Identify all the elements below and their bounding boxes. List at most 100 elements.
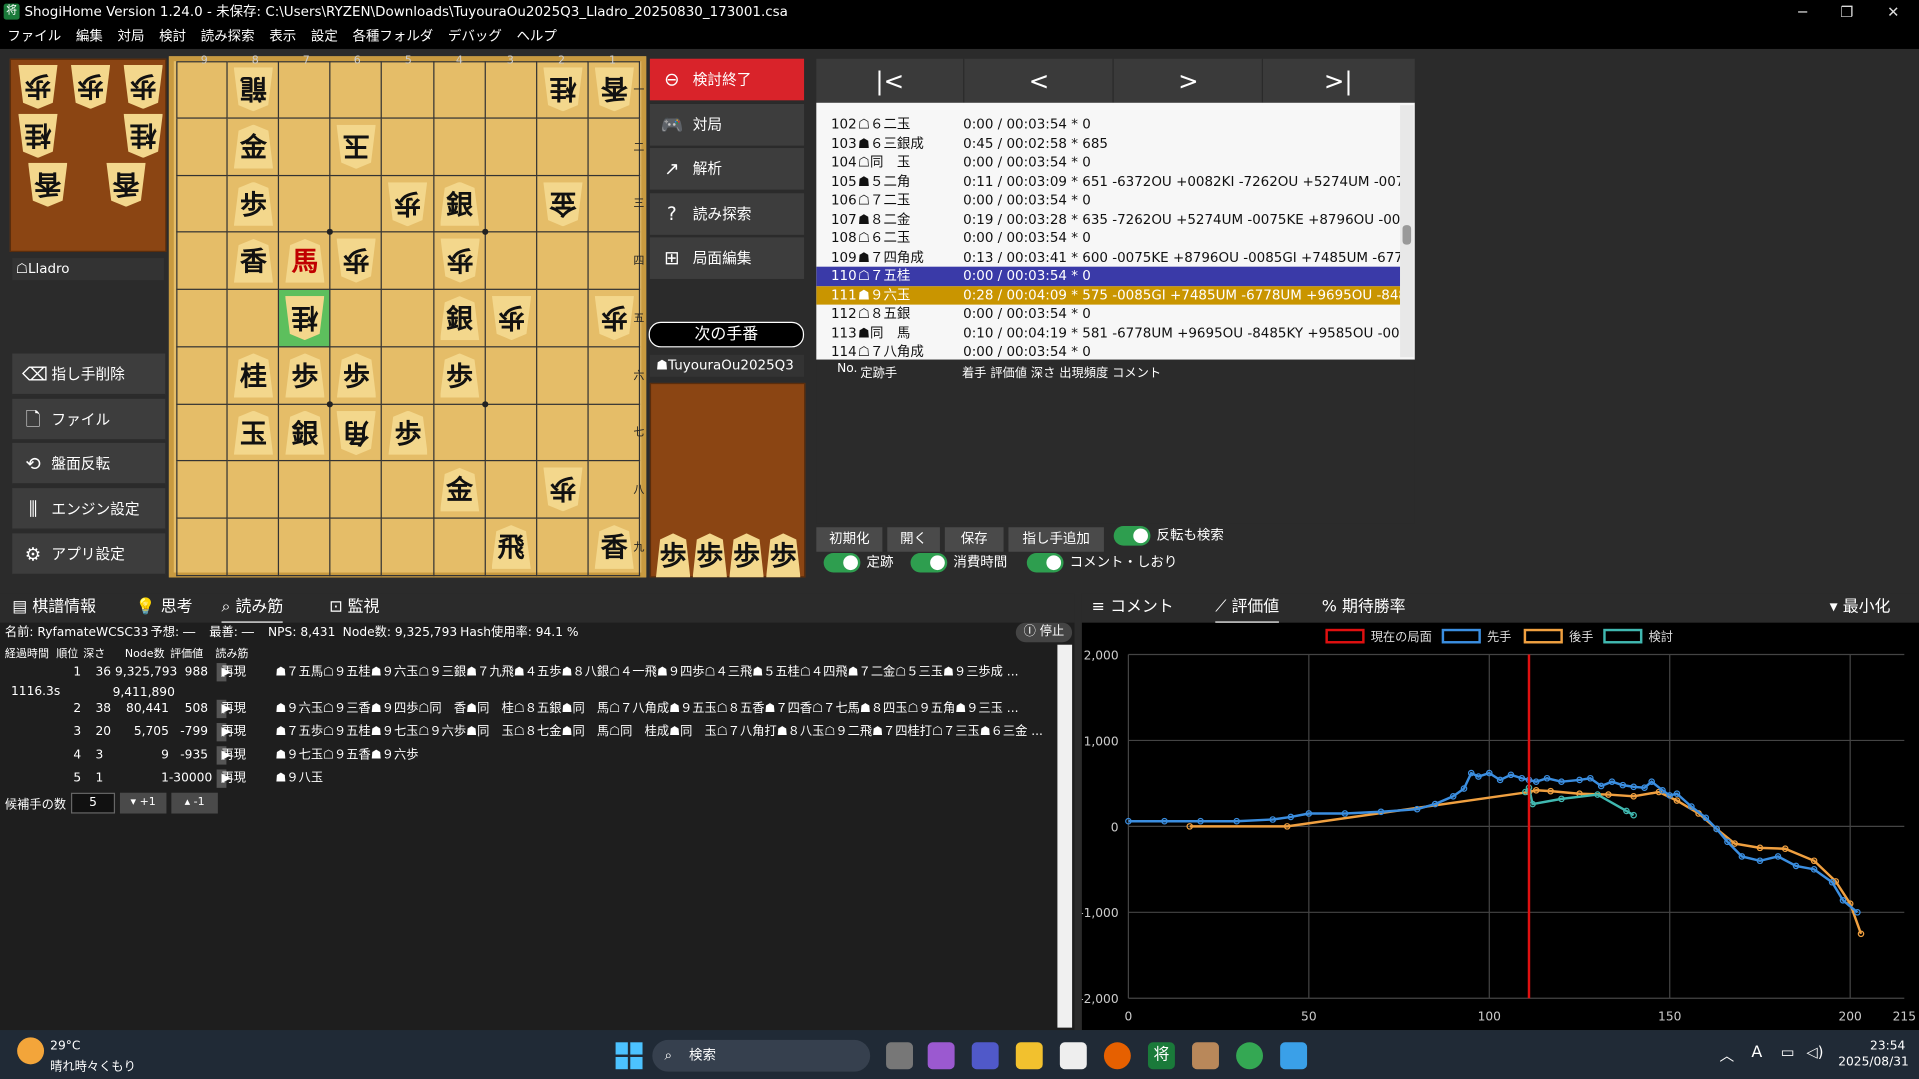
tab-pv[interactable]: ⌕ 読み筋 (221, 596, 284, 624)
board-piece[interactable]: 角 (337, 411, 376, 455)
move-row[interactable]: 105 ☗５二角 0:11 / 00:03:09 * 651 -6372OU +00… (816, 172, 1400, 191)
board-piece[interactable]: 歩 (285, 353, 325, 398)
move-row[interactable]: 106 ☖７二玉 0:00 / 00:03:54 * 0 (816, 191, 1400, 210)
board-square[interactable] (485, 61, 537, 119)
replay-button[interactable]: ▶ 再現 (216, 746, 246, 765)
gote-hand-box[interactable]: 歩歩歩桂桂香香 (9, 58, 167, 253)
board-piece[interactable]: 歩 (337, 239, 376, 283)
board-piece[interactable]: 歩 (388, 182, 427, 226)
menu-item[interactable]: 設定 (311, 28, 338, 44)
board-grid[interactable]: 龍桂香金玉歩歩銀金香馬歩歩桂銀歩歩桂歩歩歩玉銀角歩金歩飛香 (176, 61, 641, 577)
board-piece[interactable]: 銀 (285, 410, 325, 455)
board-square[interactable] (536, 232, 589, 291)
board-square[interactable] (536, 518, 589, 577)
tab-minimize[interactable]: ▾ 最小化 (1830, 596, 1891, 620)
pv-row[interactable]: 3 20 5,705 -799 ▶ 再現 ☗７五歩☖９五桂☗９七玉☖９六歩☗同 玉☖８七金… (2, 722, 1052, 744)
task-view-icon[interactable] (886, 1042, 913, 1070)
hand-piece[interactable]: 歩 (124, 65, 163, 109)
board-square[interactable] (176, 175, 228, 233)
menu-item[interactable]: 編集 (76, 28, 103, 44)
pv-row[interactable]: 4 3 9 -935 ▶ 再現 ☗９七玉☖９五香☗９六歩 (2, 745, 1052, 767)
firefox-icon[interactable] (1103, 1042, 1131, 1070)
gear-button[interactable]: ⚙ アプリ設定 (12, 533, 166, 575)
board-piece[interactable]: 金 (233, 124, 274, 169)
tray-chevron-icon[interactable]: ︿ (1720, 1045, 1735, 1066)
teams-icon[interactable] (971, 1042, 999, 1070)
replay-button[interactable]: ▶ 再現 (216, 723, 246, 742)
record-button[interactable]: 保存 (944, 527, 1004, 552)
move-list[interactable]: 102 ☖６二玉 0:00 / 00:03:54 * 0 103 ☗６三銀成 0:45 /… (816, 102, 1415, 360)
board-square[interactable] (485, 118, 537, 176)
tab-monitor[interactable]: ⊡ 監視 (329, 596, 379, 620)
board-square[interactable] (433, 518, 486, 577)
sliders-button[interactable]: ⫼ エンジン設定 (12, 488, 166, 530)
board-piece[interactable]: 銀 (440, 296, 480, 341)
prev-move-button[interactable]: < (966, 58, 1114, 103)
toggle-switch[interactable] (1026, 552, 1064, 573)
record-button[interactable]: 指し手追加 (1008, 527, 1104, 552)
minimize-icon[interactable]: ─ (1782, 0, 1824, 24)
menu-item[interactable]: 対局 (117, 28, 144, 44)
menu-item[interactable]: デバッグ (448, 28, 502, 44)
board-piece[interactable]: 馬 (285, 238, 325, 283)
board-square[interactable] (382, 61, 434, 119)
board-square[interactable] (176, 232, 228, 291)
menu-item[interactable]: 検討 (159, 28, 186, 44)
menu-item[interactable]: 表示 (269, 28, 296, 44)
hand-piece[interactable]: 桂 (124, 114, 163, 158)
weather-icon[interactable] (17, 1037, 45, 1065)
board-piece[interactable]: 香 (594, 525, 634, 570)
board-piece[interactable]: 飛 (491, 525, 531, 570)
board-square[interactable] (176, 461, 228, 519)
clock-date[interactable]: 2025/08/31 (1838, 1056, 1909, 1069)
candidates-input[interactable]: 5 (70, 792, 116, 814)
candidates-minus-button[interactable]: ▴ -1 (171, 792, 218, 814)
hand-piece[interactable]: 歩 (655, 533, 691, 578)
board-square[interactable] (279, 175, 331, 233)
menu-item[interactable]: ヘルプ (516, 28, 556, 44)
board-square[interactable] (536, 404, 589, 462)
board-square[interactable] (485, 404, 537, 462)
sente-hand-box[interactable]: 歩歩歩歩 (649, 382, 806, 578)
move-row[interactable]: 111 ☗９六玉 0:28 / 00:04:09 * 575 -0085GI +74… (816, 285, 1401, 305)
board-square[interactable] (485, 232, 537, 291)
board-square[interactable] (176, 61, 228, 119)
board-piece[interactable]: 歩 (440, 239, 479, 283)
board-square[interactable] (485, 347, 537, 405)
chrome-icon[interactable] (1236, 1042, 1264, 1070)
board-piece[interactable]: 玉 (337, 124, 376, 168)
board-square[interactable] (382, 347, 434, 405)
board-square[interactable] (382, 518, 434, 577)
hand-piece[interactable]: 歩 (729, 533, 764, 578)
game-app-icon[interactable] (1192, 1042, 1219, 1070)
board-square[interactable] (176, 347, 228, 405)
board-piece[interactable]: 龍 (234, 67, 273, 111)
hand-piece[interactable]: 歩 (18, 65, 57, 109)
board-square[interactable] (433, 404, 486, 462)
move-row[interactable]: 104 ☖同 玉 0:00 / 00:03:54 * 0 (816, 153, 1400, 172)
explorer-icon[interactable] (1015, 1042, 1043, 1070)
board-square[interactable] (176, 118, 228, 176)
move-row[interactable]: 102 ☖６二玉 0:00 / 00:03:54 * 0 (816, 115, 1400, 134)
board-square[interactable] (382, 232, 434, 291)
board-square[interactable] (279, 118, 331, 176)
stop-button[interactable]: Ⓘ 停止 (1015, 622, 1073, 643)
board-piece[interactable]: 歩 (336, 353, 377, 398)
board-square[interactable] (382, 290, 434, 348)
replay-button[interactable]: ▶ 再現 (216, 699, 246, 719)
board-square[interactable] (382, 461, 434, 519)
hand-piece[interactable]: 香 (106, 163, 145, 207)
hand-piece[interactable]: 桂 (18, 114, 57, 158)
board-square[interactable] (382, 118, 434, 176)
shogihome-taskbar-icon[interactable]: 将 (1147, 1042, 1175, 1070)
board-square[interactable] (227, 518, 280, 577)
edit-button[interactable]: ⊞ 局面編集 (649, 237, 805, 279)
pv-scrollbar[interactable] (1057, 644, 1073, 1028)
tab-winrate[interactable]: % 期待勝率 (1322, 596, 1406, 620)
board-square[interactable] (279, 461, 331, 519)
board-square[interactable] (279, 518, 331, 577)
backspace-button[interactable]: ⌫ 指し手削除 (12, 353, 166, 396)
record-button[interactable]: 初期化 (816, 527, 883, 552)
stop-button[interactable]: ⊖ 検討終了 (649, 58, 805, 101)
board-piece[interactable]: 歩 (388, 410, 428, 455)
